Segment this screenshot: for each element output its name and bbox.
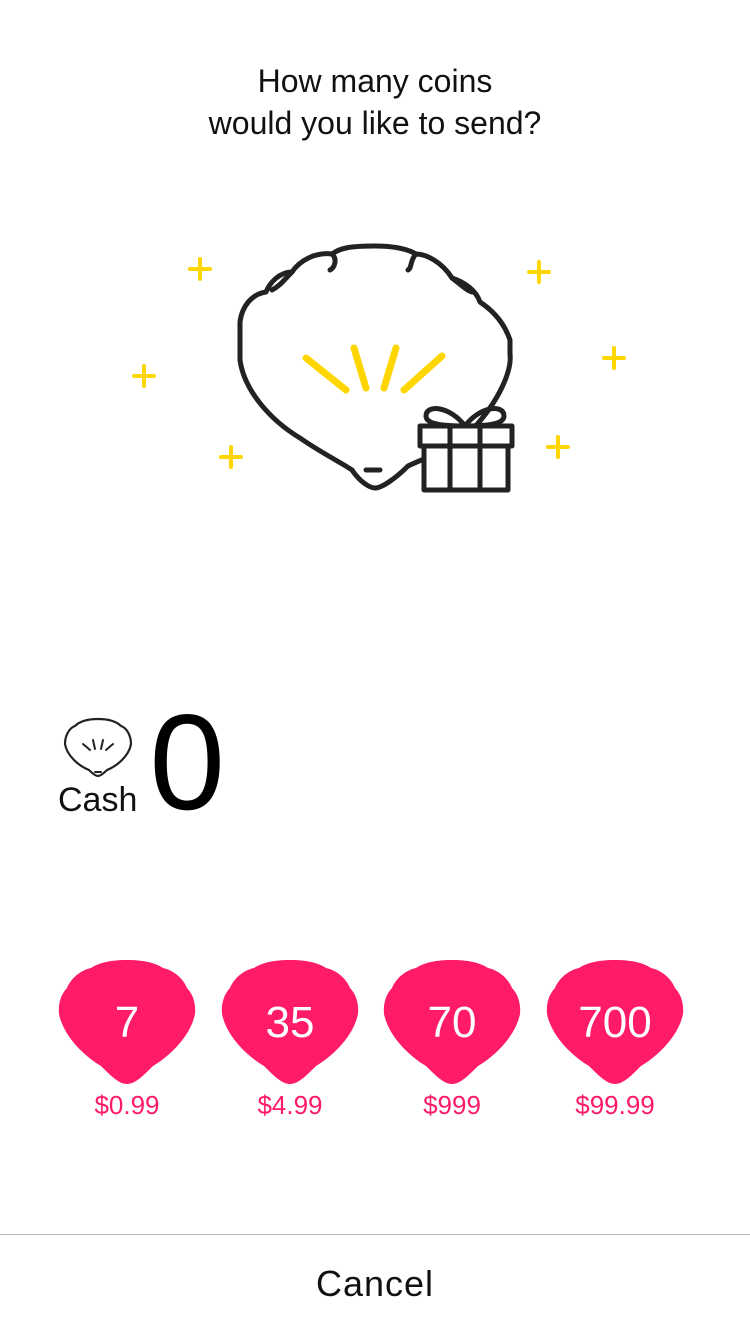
cash-label: Cash <box>58 781 138 819</box>
coin-price: $99.99 <box>575 1090 655 1120</box>
coin-amount: 35 <box>265 998 315 1047</box>
coin-amount: 700 <box>578 998 652 1047</box>
shell-coin-icon <box>63 717 132 778</box>
cash-balance: Cash 0 <box>58 694 225 830</box>
prompt-title: How many coins would you like to send? <box>0 60 750 144</box>
cancel-button[interactable]: Cancel <box>0 1235 750 1333</box>
coin-price: $0.99 <box>94 1090 160 1120</box>
prompt-line-2: would you like to send? <box>208 105 542 141</box>
coin-option-700[interactable]: 700 $99.99 <box>545 958 685 1128</box>
shell-rays <box>302 344 446 394</box>
shell-gift-illustration <box>120 230 630 510</box>
shell-gift-icon <box>132 243 626 493</box>
coin-option-35[interactable]: 35 $4.99 <box>220 958 360 1128</box>
coin-price: $4.99 <box>257 1090 323 1120</box>
gift-icon <box>417 406 515 493</box>
cash-badge: Cash <box>58 716 137 818</box>
prompt-line-1: How many coins <box>257 63 493 99</box>
coin-option-70[interactable]: 70 $999 <box>382 958 522 1128</box>
sparkle-icons <box>132 257 626 469</box>
coin-options: 7 $0.99 35 $4.99 70 $999 700 $99.99 <box>0 958 750 1128</box>
coin-amount: 7 <box>114 998 140 1047</box>
coin-price: $999 <box>423 1090 481 1120</box>
coin-option-7[interactable]: 7 $0.99 <box>57 958 197 1128</box>
coin-amount: 70 <box>427 998 477 1047</box>
balance-value: 0 <box>149 686 225 838</box>
